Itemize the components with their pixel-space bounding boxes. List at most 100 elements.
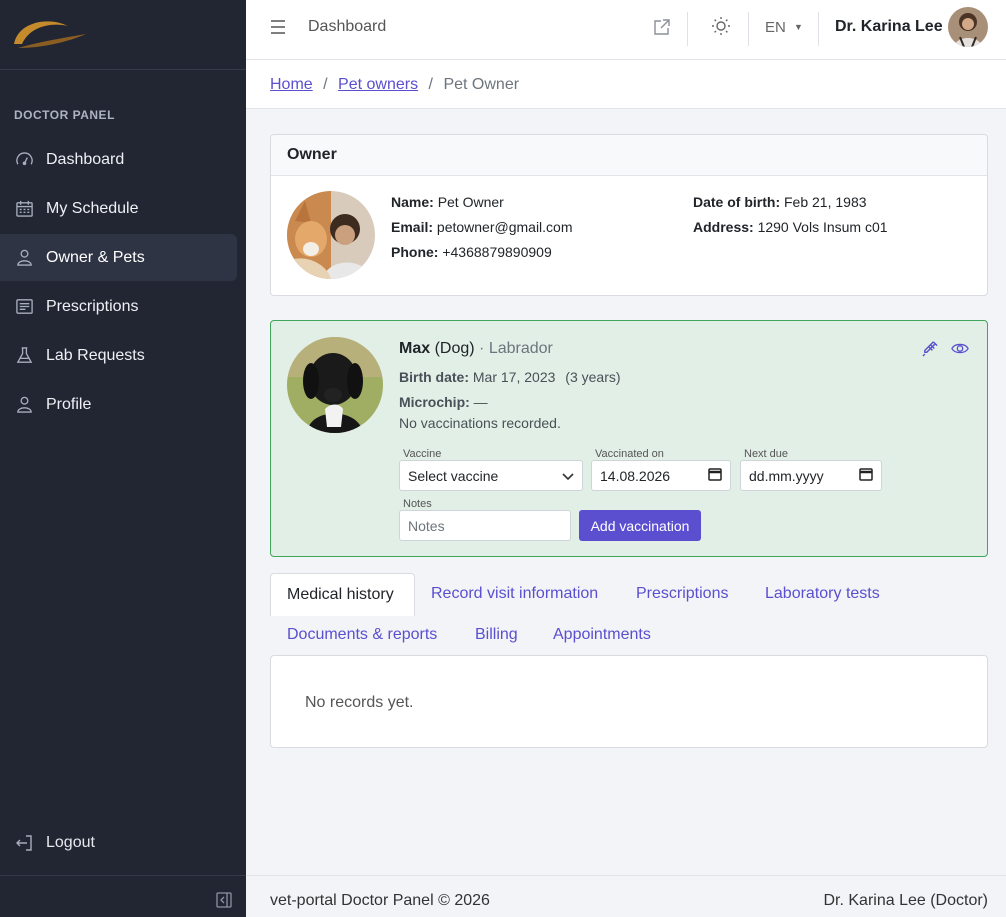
- pet-name: Max: [399, 340, 431, 357]
- next-due-date-input[interactable]: dd.mm.yyyy: [740, 460, 882, 491]
- sun-icon[interactable]: [711, 16, 731, 40]
- owner-dob-label: Date of birth:: [693, 194, 781, 210]
- sidebar-item-label: My Schedule: [46, 199, 139, 217]
- footer: vet-portal Doctor Panel © 2026 Dr. Karin…: [246, 875, 1006, 917]
- document-icon: [14, 297, 34, 317]
- next-due-value: dd.mm.yyyy: [749, 467, 824, 484]
- sidebar-item-label: Lab Requests: [46, 346, 145, 364]
- breadcrumb-pet-owners-link[interactable]: Pet owners: [338, 76, 418, 93]
- vaccinated-on-label: Vaccinated on: [595, 448, 664, 460]
- vaccinations-note: No vaccinations recorded.: [399, 415, 561, 431]
- pet-name-row: Max (Dog) · Labrador: [399, 340, 553, 358]
- chevron-down-icon: [562, 468, 574, 484]
- caret-down-icon: ▼: [794, 22, 803, 32]
- vaccine-select[interactable]: Select vaccine: [399, 460, 583, 491]
- tab-documents-reports[interactable]: Documents & reports: [287, 626, 437, 644]
- owner-card-heading: Owner: [271, 135, 987, 176]
- owner-email-label: Email:: [391, 219, 434, 235]
- owner-email: petowner@gmail.com: [436, 219, 573, 235]
- owner-phone-label: Phone:: [391, 244, 439, 260]
- logout-icon: [14, 833, 34, 853]
- divider: [687, 12, 688, 46]
- vaccine-label: Vaccine: [403, 448, 442, 460]
- tab-record-visit-information[interactable]: Record visit information: [431, 585, 598, 603]
- next-due-label: Next due: [744, 448, 789, 460]
- external-link-icon[interactable]: [653, 18, 671, 40]
- eye-icon[interactable]: [951, 340, 969, 361]
- page-title: Dashboard: [308, 18, 387, 35]
- tab-appointments[interactable]: Appointments: [553, 626, 651, 644]
- owner-name: Pet Owner: [437, 194, 504, 210]
- collapse-sidebar-icon[interactable]: [216, 892, 232, 912]
- syringe-icon[interactable]: [922, 340, 939, 361]
- person-icon: [14, 395, 34, 415]
- notes-label: Notes: [403, 498, 432, 510]
- panel-label: DOCTOR PANEL: [14, 108, 115, 122]
- sidebar-item-label: Dashboard: [46, 150, 125, 168]
- owner-name-label: Name:: [391, 194, 434, 210]
- pet-avatar: [287, 337, 383, 433]
- pet-birth-row: Birth date: Mar 17, 2023 (3 years): [399, 369, 621, 385]
- owner-dob-row: Date of birth: Feb 21, 1983: [693, 194, 867, 210]
- tab-medical-history[interactable]: Medical history: [270, 573, 415, 616]
- logout-button[interactable]: Logout: [0, 819, 246, 866]
- sidebar-item-label: Owner & Pets: [46, 248, 145, 266]
- owner-name-row: Name: Pet Owner: [391, 194, 504, 210]
- vaccinated-on-date-input[interactable]: 14.08.2026: [591, 460, 731, 491]
- sidebar-item-prescriptions[interactable]: Prescriptions: [0, 283, 237, 330]
- pet-breed: · Labrador: [479, 340, 553, 357]
- sidebar-item-lab-requests[interactable]: Lab Requests: [0, 332, 237, 379]
- gauge-icon: [14, 150, 34, 170]
- divider: [818, 12, 819, 46]
- tab-billing[interactable]: Billing: [475, 626, 518, 644]
- logo[interactable]: [0, 0, 246, 70]
- records-panel: No records yet.: [270, 655, 988, 748]
- logout-label: Logout: [46, 833, 95, 851]
- tabs: Medical history Record visit information…: [270, 573, 988, 656]
- pet-species: (Dog): [434, 340, 475, 357]
- sidebar-item-my-schedule[interactable]: My Schedule: [0, 185, 237, 232]
- flask-icon: [14, 346, 34, 366]
- sidebar-item-owner-pets[interactable]: Owner & Pets: [0, 234, 237, 281]
- pet-age: (3 years): [565, 369, 621, 385]
- footer-copyright: vet-portal Doctor Panel © 2026: [270, 892, 490, 909]
- pet-birth-label: Birth date:: [399, 369, 469, 385]
- breadcrumb: Home / Pet owners / Pet Owner: [246, 60, 1006, 109]
- notes-input[interactable]: Notes: [399, 510, 571, 541]
- calendar-icon[interactable]: [708, 467, 722, 484]
- sidebar-item-profile[interactable]: Profile: [0, 381, 237, 428]
- sidebar: DOCTOR PANEL Dashboard My Schedule Owner…: [0, 0, 246, 917]
- pet-birth-date: Mar 17, 2023: [472, 369, 556, 385]
- tab-laboratory-tests[interactable]: Laboratory tests: [765, 585, 880, 603]
- owner-phone-row: Phone: +4368879890909: [391, 244, 552, 260]
- avatar[interactable]: [948, 7, 988, 47]
- footer-user-role: Dr. Karina Lee (Doctor): [823, 892, 988, 909]
- sidebar-item-label: Prescriptions: [46, 297, 139, 315]
- sidebar-footer: [0, 875, 246, 917]
- breadcrumb-separator: /: [428, 76, 433, 93]
- divider: [748, 12, 749, 46]
- sidebar-item-label: Profile: [46, 395, 92, 413]
- menu-icon[interactable]: [270, 18, 286, 40]
- owner-avatar: [287, 191, 375, 279]
- pet-microchip: —: [473, 394, 488, 410]
- breadcrumb-current: Pet Owner: [443, 76, 520, 93]
- vaccinated-on-value: 14.08.2026: [600, 467, 671, 484]
- owner-dob: Feb 21, 1983: [784, 194, 867, 210]
- user-name[interactable]: Dr. Karina Lee: [835, 18, 943, 36]
- sidebar-nav: Dashboard My Schedule Owner & Pets Presc…: [0, 136, 246, 430]
- vaccine-select-value: Select vaccine: [408, 467, 499, 484]
- tab-prescriptions[interactable]: Prescriptions: [636, 585, 728, 603]
- owner-phone: +4368879890909: [442, 244, 552, 260]
- owner-address-label: Address:: [693, 219, 754, 235]
- sidebar-item-dashboard[interactable]: Dashboard: [0, 136, 237, 183]
- add-vaccination-button[interactable]: Add vaccination: [579, 510, 701, 541]
- calendar-icon[interactable]: [859, 467, 873, 484]
- breadcrumb-home-link[interactable]: Home: [270, 76, 313, 93]
- owner-card: Owner Name: Pet Owner Email: petowner@gm…: [270, 134, 988, 296]
- pet-microchip-row: Microchip: —: [399, 394, 488, 410]
- owner-address-row: Address: 1290 Vols Insum c01: [693, 219, 888, 235]
- empty-records-message: No records yet.: [305, 694, 414, 711]
- owner-email-row: Email: petowner@gmail.com: [391, 219, 573, 235]
- language-select[interactable]: EN ▼: [765, 19, 803, 36]
